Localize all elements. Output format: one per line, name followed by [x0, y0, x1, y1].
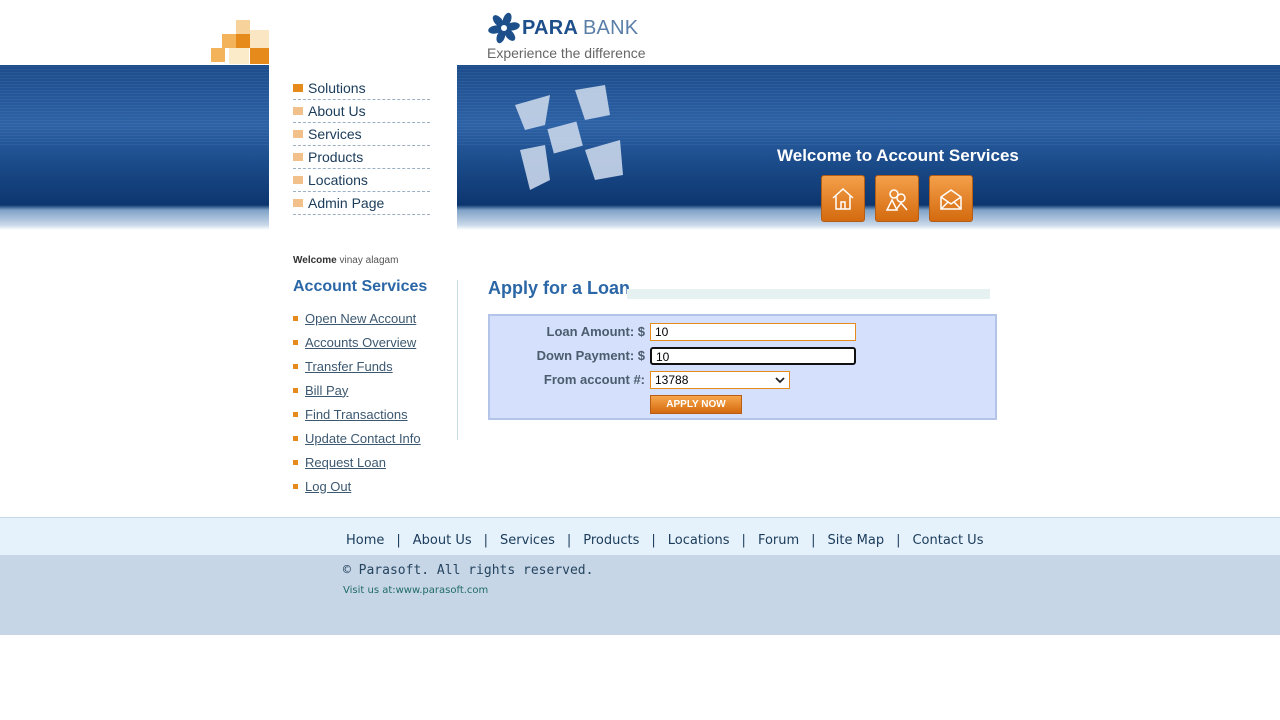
log-out-link[interactable]: Log Out — [305, 479, 351, 494]
footer-link-products[interactable]: Products — [583, 533, 639, 548]
welcome-banner: Welcome to Account Services — [777, 146, 1019, 165]
visit-parasoft-link[interactable]: Visit us at:www.parasoft.com — [343, 585, 488, 596]
loan-amount-label: Loan Amount: $ — [546, 324, 645, 339]
menu-item-transfer-funds: Transfer Funds — [293, 354, 421, 378]
footer-separator: | — [396, 533, 401, 548]
bullet-icon — [293, 107, 303, 115]
menu-item-find-transactions: Find Transactions — [293, 402, 421, 426]
brand-tagline: Experience the difference — [487, 45, 646, 61]
bullet-icon — [293, 153, 303, 161]
bullet-icon — [293, 339, 298, 345]
sidebar-divider — [457, 280, 458, 440]
menu-item-update-contact-info: Update Contact Info — [293, 426, 421, 450]
footer-link-home[interactable]: Home — [346, 533, 384, 548]
request-loan-link[interactable]: Request Loan — [305, 455, 386, 470]
footer-bottom — [0, 555, 1280, 635]
account-services-menu: Open New Account Accounts Overview Trans… — [293, 306, 421, 498]
logo-squares — [211, 20, 269, 64]
footer-link-forum[interactable]: Forum — [758, 533, 799, 548]
from-account-value: 13788 — [655, 373, 689, 387]
user-name: vinay alagam — [339, 255, 399, 266]
topnav-item-about-us[interactable]: About Us — [293, 100, 430, 123]
bullet-icon — [293, 387, 298, 393]
down-payment-label: Down Payment: $ — [536, 348, 645, 363]
network-graphic-icon — [515, 85, 623, 190]
footer-separator: | — [741, 533, 746, 548]
footer-link-about-us[interactable]: About Us — [413, 533, 472, 548]
brand-name: PARA BANK — [522, 16, 639, 39]
bullet-icon — [293, 459, 298, 465]
topnav-item-solutions[interactable]: Solutions — [293, 77, 430, 100]
footer-separator: | — [566, 533, 572, 548]
bullet-icon — [293, 315, 298, 321]
about-button[interactable] — [875, 175, 919, 222]
chevron-down-icon — [775, 377, 785, 384]
bullet-icon — [293, 130, 303, 138]
apply-now-button[interactable]: APPLY NOW — [650, 395, 742, 414]
update-contact-info-link[interactable]: Update Contact Info — [305, 431, 421, 446]
footer-link-services[interactable]: Services — [500, 533, 555, 548]
page-title: Apply for a Loan — [488, 278, 631, 298]
footer-nav: Home | About Us | Services | Products | Loca… — [346, 533, 983, 548]
bill-pay-link[interactable]: Bill Pay — [305, 383, 348, 398]
topnav-item-admin-page[interactable]: Admin Page — [293, 192, 430, 215]
bullet-icon — [293, 84, 303, 92]
accounts-overview-link[interactable]: Accounts Overview — [305, 335, 416, 350]
brand-logo[interactable]: PARA BANK — [488, 12, 638, 44]
loan-amount-input[interactable]: 10 — [650, 323, 856, 341]
title-underline-bar — [627, 289, 990, 299]
find-transactions-link[interactable]: Find Transactions — [305, 407, 408, 422]
from-account-label: From account #: — [543, 372, 645, 387]
menu-item-open-new-account: Open New Account — [293, 306, 421, 330]
transfer-funds-link[interactable]: Transfer Funds — [305, 359, 393, 374]
topnav-item-locations[interactable]: Locations — [293, 169, 430, 192]
bullet-icon — [293, 411, 298, 417]
topnav-item-services[interactable]: Services — [293, 123, 430, 146]
bullet-icon — [293, 176, 303, 184]
contact-button[interactable] — [929, 175, 973, 222]
account-services-title: Account Services — [293, 278, 428, 295]
menu-item-accounts-overview: Accounts Overview — [293, 330, 421, 354]
bullet-icon — [293, 199, 303, 207]
copyright-text: © Parasoft. All rights reserved. — [343, 563, 594, 578]
bullet-icon — [293, 483, 298, 489]
from-account-select[interactable]: 13788 — [650, 371, 790, 389]
menu-item-bill-pay: Bill Pay — [293, 378, 421, 402]
top-nav: Solutions About Us Services Products Loc… — [293, 77, 430, 215]
home-button[interactable] — [821, 175, 865, 222]
footer-separator: | — [896, 533, 901, 548]
footer-link-locations[interactable]: Locations — [668, 533, 730, 548]
open-new-account-link[interactable]: Open New Account — [305, 311, 416, 326]
footer-separator: | — [651, 533, 656, 548]
contact-icon — [885, 188, 908, 211]
bullet-icon — [293, 435, 298, 441]
menu-item-log-out: Log Out — [293, 474, 421, 498]
parabank-logo-icon — [488, 12, 520, 44]
footer-link-site-map[interactable]: Site Map — [828, 533, 885, 548]
topnav-item-products[interactable]: Products — [293, 146, 430, 169]
home-icon — [832, 187, 854, 210]
footer-link-contact-us[interactable]: Contact Us — [912, 533, 983, 548]
footer-separator: | — [811, 533, 816, 548]
welcome-user: Welcome vinay alagam — [293, 255, 399, 266]
mail-icon — [940, 188, 962, 210]
header-stripes — [0, 65, 1280, 145]
footer-separator: | — [483, 533, 489, 548]
down-payment-input[interactable]: 10 — [650, 347, 856, 365]
bullet-icon — [293, 363, 298, 369]
menu-item-request-loan: Request Loan — [293, 450, 421, 474]
